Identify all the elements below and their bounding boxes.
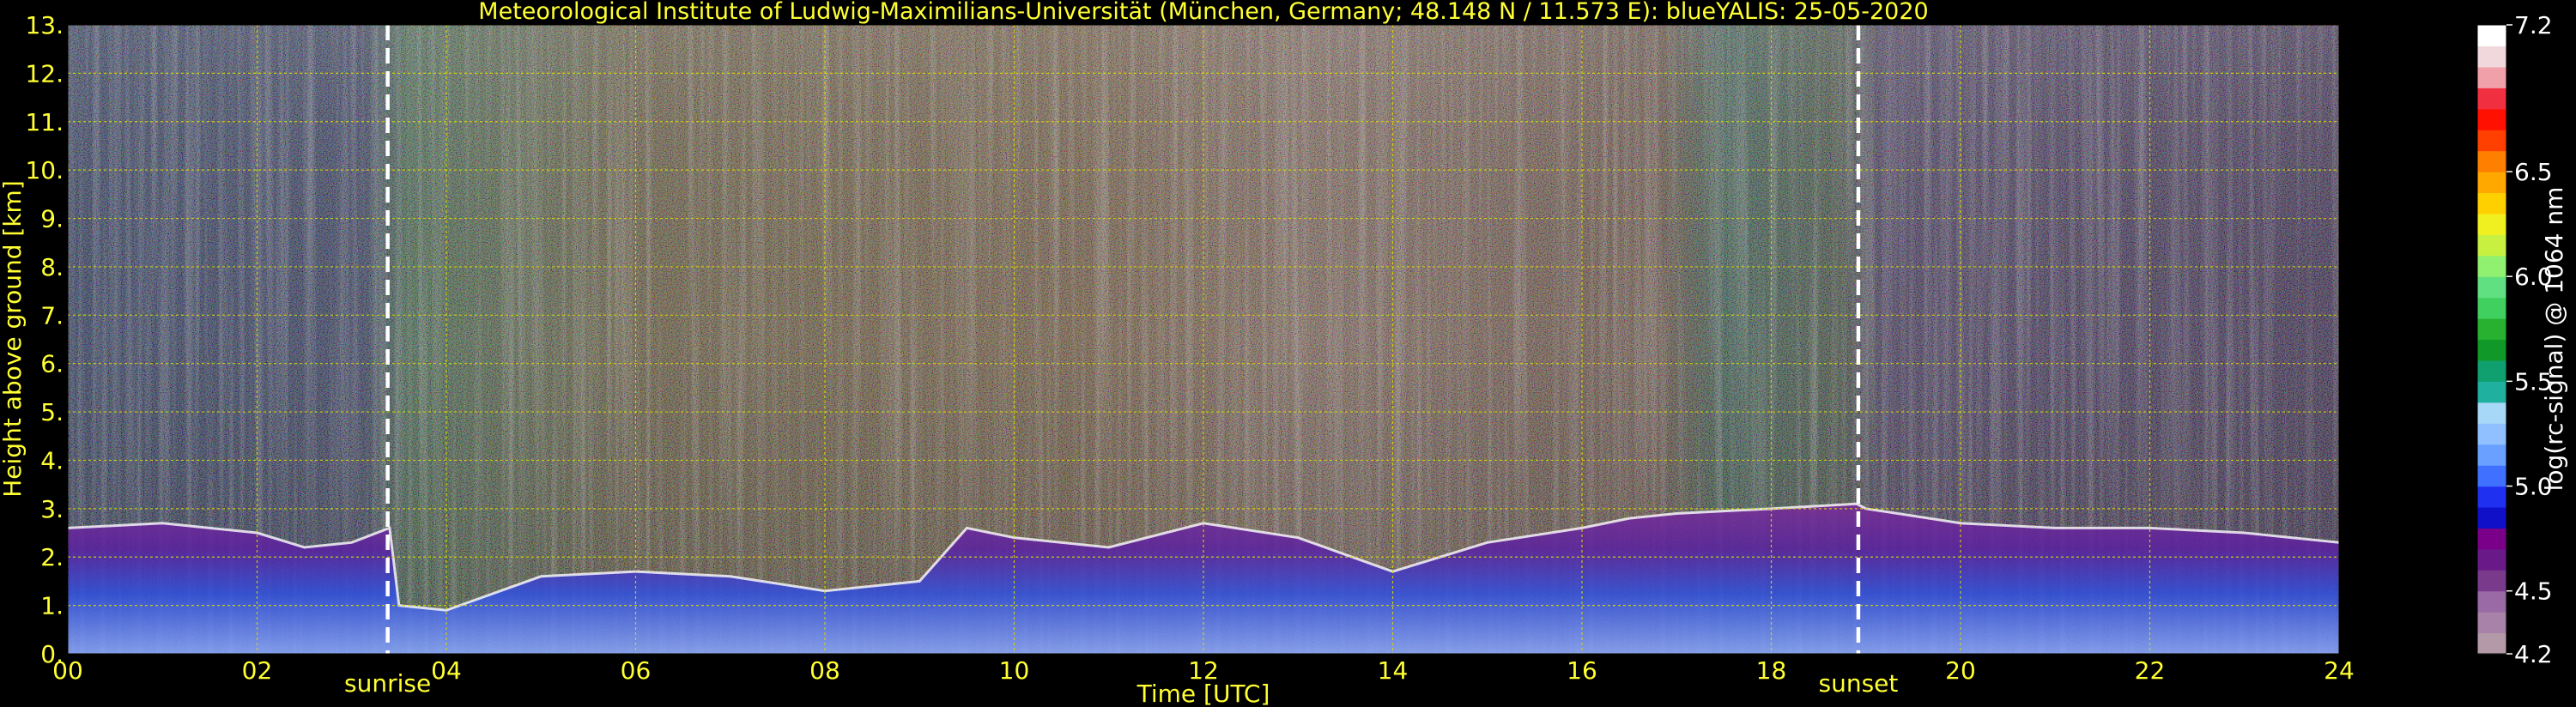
x-axis-label: Time [UTC] (1136, 680, 1270, 707)
colorbar-segment (2477, 548, 2506, 571)
colorbar-segment (2477, 88, 2506, 110)
sunset-label: sunset (1818, 669, 1898, 698)
colorbar-segment (2477, 444, 2506, 466)
x-tick-label: 10 (999, 656, 1030, 685)
colorbar-segment (2477, 213, 2506, 235)
y-tick-label: 4. (40, 446, 64, 474)
sunrise-label: sunrise (344, 669, 431, 698)
colorbar-segment (2477, 192, 2506, 215)
colorbar-segment (2477, 506, 2506, 529)
colorbar-tick-label: 6.5 (2514, 158, 2553, 186)
colorbar-segment (2477, 632, 2506, 655)
y-tick-label: 13. (25, 11, 64, 39)
colorbar-label: log(rc-signal) @ 1064 nm (2540, 187, 2568, 492)
chart-title: Meteorological Institute of Ludwig-Maxim… (478, 0, 1928, 25)
event-labels: sunrise sunset (344, 669, 1898, 698)
colorbar-segment (2477, 45, 2506, 68)
colorbar-segment (2477, 612, 2506, 634)
colorbar-segment (2477, 25, 2506, 47)
colorbar-segment (2477, 297, 2506, 319)
x-tick-label: 14 (1378, 656, 1409, 685)
colorbar-tick-label: 4.2 (2514, 640, 2553, 668)
y-tick-label: 2. (40, 543, 64, 571)
y-tick-label: 7. (40, 301, 64, 329)
y-axis-label: Height above ground [km] (0, 180, 27, 498)
x-tick-label: 08 (809, 656, 840, 685)
colorbar-segment (2477, 570, 2506, 592)
colorbar-tick-label: 4.5 (2514, 577, 2553, 606)
x-tick-label: 24 (2324, 656, 2355, 685)
y-tick-label: 1. (40, 592, 64, 620)
colorbar-segment (2477, 402, 2506, 424)
x-tick-label: 22 (2135, 656, 2166, 685)
x-tick-label: 16 (1567, 656, 1597, 685)
lidar-quicklook-chart: Meteorological Institute of Ludwig-Maxim… (0, 0, 2568, 707)
colorbar-segment (2477, 590, 2506, 613)
plot-area (68, 25, 2339, 654)
colorbar-segment (2477, 276, 2506, 299)
colorbar-segment (2477, 360, 2506, 382)
colorbar-segment (2477, 486, 2506, 508)
x-tick-label: 18 (1756, 656, 1787, 685)
colorbar-segment (2477, 255, 2506, 277)
colorbar-segment (2477, 108, 2506, 130)
x-tick-label: 20 (1945, 656, 1976, 685)
y-tick-labels: 0. 1. 2. 3. 4. 5. 6. 7. 8. 9. 10. 11. 12. 13. (25, 11, 64, 668)
colorbar-segment (2477, 465, 2506, 487)
y-tick-label: 12. (25, 59, 64, 88)
y-tick-label: 6. (40, 350, 64, 378)
y-tick-label: 9. (40, 205, 64, 233)
colorbar-segment (2477, 318, 2506, 341)
colorbar-segment (2477, 423, 2506, 445)
colorbar-segment (2477, 130, 2506, 152)
colorbar-segment (2477, 339, 2506, 361)
colorbar-segment (2477, 66, 2506, 88)
x-tick-label: 04 (431, 656, 462, 685)
x-tick-label: 06 (621, 656, 652, 685)
y-tick-label: 11. (25, 108, 64, 136)
y-tick-label: 3. (40, 495, 64, 523)
colorbar-segment (2477, 528, 2506, 550)
y-tick-label: 8. (40, 253, 64, 281)
colorbar-segment (2477, 172, 2506, 194)
colorbar-segments (2476, 24, 2507, 655)
colorbar-tick-label: 7.2 (2514, 11, 2553, 39)
colorbar-segment (2477, 150, 2506, 172)
x-tick-label: 02 (242, 656, 273, 685)
y-tick-label: 5. (40, 398, 64, 426)
y-tick-label: 0. (40, 640, 64, 668)
colorbar-segment (2477, 234, 2506, 257)
y-tick-label: 10. (25, 156, 64, 184)
colorbar-segment (2477, 381, 2506, 403)
